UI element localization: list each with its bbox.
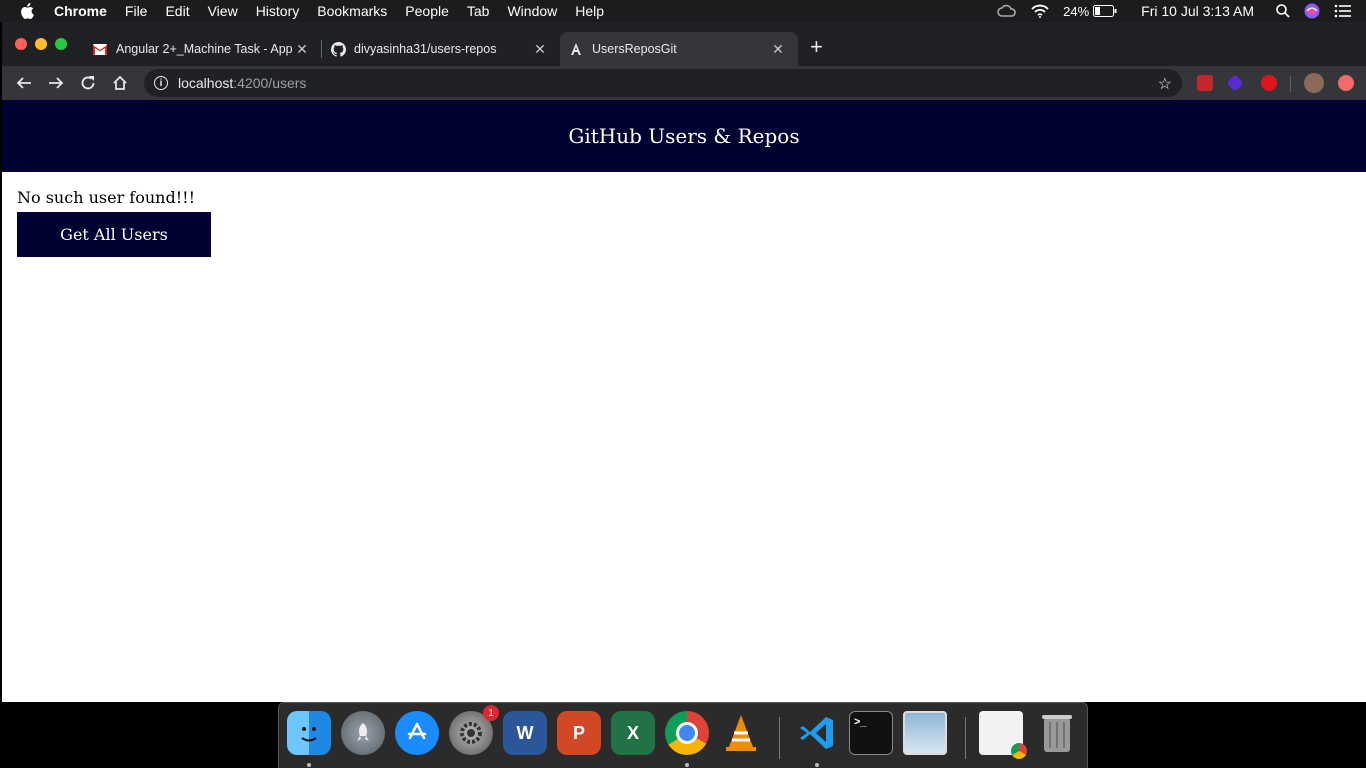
app-store-icon[interactable] (395, 711, 439, 755)
profile-avatar[interactable] (1304, 73, 1324, 93)
tab-strip: Angular 2+_Machine Task - App ✕ divyasin… (2, 22, 1366, 66)
wifi-icon[interactable] (1031, 4, 1049, 18)
menu-history[interactable]: History (256, 3, 300, 19)
word-icon[interactable]: W (503, 711, 547, 755)
menu-view[interactable]: View (208, 3, 238, 19)
notification-badge: 1 (483, 705, 499, 721)
github-icon (330, 41, 346, 57)
menu-help[interactable]: Help (575, 3, 604, 19)
terminal-icon[interactable]: >_ (849, 711, 893, 755)
site-info-icon[interactable]: i (154, 76, 168, 90)
tab-github[interactable]: divyasinha31/users-repos ✕ (322, 32, 558, 66)
close-window-button[interactable] (15, 38, 27, 50)
menubar: Chrome File Edit View History Bookmarks … (0, 0, 1366, 22)
powerpoint-icon[interactable]: P (557, 711, 601, 755)
tab-close-icon[interactable]: ✕ (770, 41, 786, 58)
get-all-users-button[interactable]: Get All Users (17, 212, 211, 257)
vscode-running-dot (815, 763, 819, 767)
trash-icon[interactable] (1035, 711, 1079, 755)
menubar-status-area: 24% Fri 10 Jul 3:13 AM (997, 0, 1366, 22)
menu-bookmarks[interactable]: Bookmarks (317, 3, 387, 19)
app-header: GitHub Users & Repos (2, 100, 1366, 172)
home-icon[interactable] (110, 73, 130, 93)
browser-toolbar: i localhost :4200/users ☆ (2, 66, 1366, 100)
extension-purple-diamond-icon[interactable] (1226, 74, 1244, 92)
battery-icon[interactable] (1093, 5, 1117, 17)
preview-photos-icon[interactable] (903, 711, 947, 755)
zoom-window-button[interactable] (55, 38, 67, 50)
menu-window[interactable]: Window (507, 3, 557, 19)
header-title: GitHub Users & Repos (568, 124, 800, 148)
vlc-cone-icon[interactable] (719, 711, 763, 755)
dock-separator (965, 717, 966, 759)
chrome-window-minimized-icon[interactable] (979, 711, 1027, 759)
notification-center-icon[interactable] (1334, 4, 1352, 18)
clock[interactable]: Fri 10 Jul 3:13 AM (1141, 3, 1254, 19)
url-path: :4200/users (233, 75, 307, 91)
menu-people[interactable]: People (405, 3, 449, 19)
forward-arrow-icon[interactable] (46, 73, 66, 93)
battery-percent: 24% (1063, 3, 1090, 19)
update-menu-icon[interactable] (1338, 75, 1354, 91)
gmail-icon (92, 41, 108, 57)
tab-title: UsersReposGit (592, 42, 677, 56)
menu-app-name[interactable]: Chrome (54, 3, 107, 19)
chrome-window: Angular 2+_Machine Task - App ✕ divyasin… (2, 22, 1366, 702)
vscode-icon[interactable] (795, 711, 839, 755)
excel-icon[interactable]: X (611, 711, 655, 755)
chrome-icon[interactable] (665, 711, 709, 755)
launchpad-rocket-icon[interactable] (341, 711, 385, 755)
tab-gmail[interactable]: Angular 2+_Machine Task - App ✕ (84, 32, 320, 66)
extension-adblock-icon[interactable] (1261, 75, 1277, 91)
angular-icon (568, 41, 584, 57)
tab-title: Angular 2+_Machine Task - App (116, 42, 293, 56)
chrome-running-dot (685, 763, 689, 767)
minimize-window-button[interactable] (35, 38, 47, 50)
finder-icon[interactable] (287, 711, 331, 755)
apple-logo-icon[interactable] (20, 3, 36, 19)
system-preferences-gear-icon[interactable]: 1 (449, 705, 499, 755)
spotlight-search-icon[interactable] (1276, 4, 1290, 18)
dock-separator (779, 717, 780, 759)
reload-icon[interactable] (78, 73, 98, 93)
menu-file[interactable]: File (125, 3, 148, 19)
tab-close-icon[interactable]: ✕ (532, 41, 548, 58)
tab-active-usersreposgit[interactable]: UsersReposGit ✕ (560, 32, 798, 66)
back-arrow-icon[interactable] (14, 73, 34, 93)
new-tab-plus-icon[interactable]: + (810, 36, 823, 58)
toolbar-separator (1290, 76, 1291, 92)
menu-tab[interactable]: Tab (467, 3, 490, 19)
siri-icon[interactable] (1304, 3, 1320, 19)
menu-edit[interactable]: Edit (165, 3, 189, 19)
bookmark-star-icon[interactable]: ☆ (1158, 74, 1172, 94)
dock: 1 W P X >_ (278, 702, 1088, 768)
no-user-message: No such user found!!! (17, 188, 195, 207)
page-content: GitHub Users & Repos No such user found!… (2, 100, 1366, 702)
tab-title: divyasinha31/users-repos (354, 42, 497, 56)
tab-close-icon[interactable]: ✕ (294, 41, 310, 58)
creative-cloud-icon[interactable] (997, 4, 1017, 18)
extension-red-book-icon[interactable] (1197, 75, 1213, 91)
address-bar[interactable]: i localhost :4200/users ☆ (144, 69, 1182, 97)
url-host: localhost (178, 75, 234, 91)
finder-running-dot (307, 763, 311, 767)
